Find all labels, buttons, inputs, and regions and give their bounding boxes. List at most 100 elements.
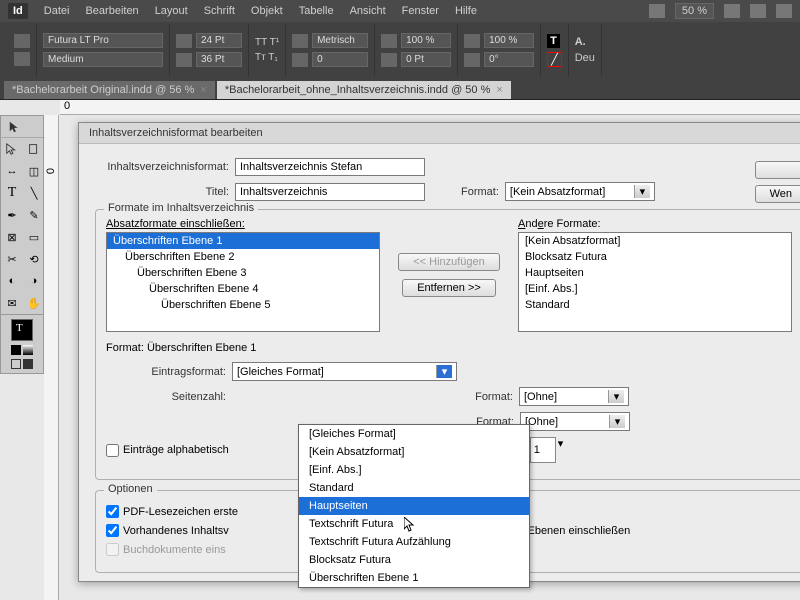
font-size-input[interactable]: [196, 33, 242, 48]
direct-selection-tool[interactable]: [1, 138, 23, 160]
font-weight-input[interactable]: [43, 52, 163, 67]
list-item[interactable]: [Einf. Abs.]: [519, 281, 791, 297]
pdf-bookmarks-checkbox[interactable]: [106, 505, 119, 518]
screen-mode-icon[interactable]: [750, 4, 766, 18]
zoom-level[interactable]: 50 %: [675, 3, 714, 19]
gradient-swatch-tool[interactable]: ◐: [1, 270, 23, 292]
remove-button[interactable]: Entfernen >>: [402, 279, 496, 297]
list-item[interactable]: Überschriften Ebene 5: [107, 297, 379, 313]
hand-tool[interactable]: ✋: [23, 292, 45, 314]
list-item[interactable]: Hauptseiten: [519, 265, 791, 281]
view-options-icon[interactable]: [724, 4, 740, 18]
apply-gradient-icon[interactable]: [23, 345, 33, 355]
menu-fenster[interactable]: Fenster: [402, 5, 439, 17]
list-item[interactable]: Standard: [519, 297, 791, 313]
leading-input[interactable]: [196, 52, 242, 67]
character-icon[interactable]: [14, 34, 30, 48]
replace-existing-checkbox[interactable]: [106, 524, 119, 537]
list-item[interactable]: Überschriften Ebene 2: [107, 249, 379, 265]
menubar: Id Datei Bearbeiten Layout Schrift Objek…: [0, 0, 800, 22]
entry-format-dropdown[interactable]: [Gleiches Format] [Kein Absatzformat] [E…: [298, 424, 530, 588]
bridge-icon[interactable]: [649, 4, 665, 18]
menu-ansicht[interactable]: Ansicht: [350, 5, 386, 17]
close-icon[interactable]: ×: [200, 84, 206, 96]
stroke-swatch[interactable]: ╱: [547, 52, 562, 67]
language-label[interactable]: Deu: [575, 52, 595, 64]
selection-tool[interactable]: [1, 116, 45, 138]
dropdown-option[interactable]: [Einf. Abs.]: [299, 461, 529, 479]
free-transform-tool[interactable]: ⟲: [23, 248, 45, 270]
pencil-tool[interactable]: ✎: [23, 204, 45, 226]
list-item[interactable]: [Kein Absatzformat]: [519, 233, 791, 249]
format-select-1[interactable]: [Ohne]▾: [519, 387, 629, 406]
dropdown-option[interactable]: [Kein Absatzformat]: [299, 443, 529, 461]
menu-datei[interactable]: Datei: [44, 5, 70, 17]
menu-hilfe[interactable]: Hilfe: [455, 5, 477, 17]
dropdown-option[interactable]: Blocksatz Futura: [299, 551, 529, 569]
type-tool[interactable]: T: [1, 182, 23, 204]
entry-format-select[interactable]: [Gleiches Format]▾: [232, 362, 457, 381]
tab-ohne-inhaltsverzeichnis[interactable]: *Bachelorarbeit_ohne_Inhaltsverzeichnis.…: [217, 81, 511, 99]
list-item[interactable]: Überschriften Ebene 3: [107, 265, 379, 281]
hscale-input[interactable]: [484, 33, 534, 48]
tools-panel: ↔ ◫ T ╲ ✒ ✎ ⊠ ▭ ✂ ⟲ ◐ ◑ ✉ ✋ T: [0, 115, 44, 374]
list-item[interactable]: Überschriften Ebene 4: [107, 281, 379, 297]
style-header: Format: Überschriften Ebene 1: [106, 342, 792, 354]
title-input[interactable]: [235, 183, 425, 201]
ok-button[interactable]: [755, 161, 800, 179]
format-select-2[interactable]: [Ohne]▾: [520, 412, 630, 431]
gradient-feather-tool[interactable]: ◑: [23, 270, 45, 292]
menu-layout[interactable]: Layout: [155, 5, 188, 17]
tab-original[interactable]: *Bachelorarbeit Original.indd @ 56 %×: [4, 81, 215, 99]
content-collector-tool[interactable]: ◫: [23, 160, 45, 182]
menu-tabelle[interactable]: Tabelle: [299, 5, 334, 17]
ruler-horizontal: 0: [60, 100, 800, 115]
included-formats-listbox[interactable]: Überschriften Ebene 1 Überschriften Eben…: [106, 232, 380, 332]
dropdown-option[interactable]: [Gleiches Format]: [299, 425, 529, 443]
dialog-title: Inhaltsverzeichnisformat bearbeiten: [79, 123, 800, 144]
close-icon[interactable]: ×: [496, 84, 502, 96]
paragraph-icon[interactable]: [14, 52, 30, 66]
normal-view-icon[interactable]: [11, 359, 21, 369]
more-options-button[interactable]: Wen: [755, 185, 800, 203]
vscale-input[interactable]: [401, 33, 451, 48]
rectangle-tool[interactable]: ▭: [23, 226, 45, 248]
skew-input[interactable]: [484, 52, 534, 67]
arrange-icon[interactable]: [776, 4, 792, 18]
baseline-input[interactable]: [401, 52, 451, 67]
apply-color-icon[interactable]: [11, 345, 21, 355]
dropdown-option[interactable]: Textschrift Futura Aufzählung: [299, 533, 529, 551]
menu-schrift[interactable]: Schrift: [204, 5, 235, 17]
vscale-icon: [381, 34, 397, 48]
title-label: Titel:: [95, 186, 229, 198]
dropdown-option[interactable]: Standard: [299, 479, 529, 497]
note-tool[interactable]: ✉: [1, 292, 23, 314]
page-tool[interactable]: [23, 138, 45, 160]
menu-objekt[interactable]: Objekt: [251, 5, 283, 17]
fieldset-legend: Formate im Inhaltsverzeichnis: [104, 202, 258, 214]
fill-stroke-swatch[interactable]: T: [11, 319, 33, 341]
list-item[interactable]: Blocksatz Futura: [519, 249, 791, 265]
font-family-input[interactable]: [43, 33, 163, 48]
kerning-input[interactable]: [312, 33, 368, 48]
para-format-select[interactable]: [Kein Absatzformat]▾: [505, 182, 655, 201]
other-formats-listbox[interactable]: [Kein Absatzformat] Blocksatz Futura Hau…: [518, 232, 792, 332]
scissors-tool[interactable]: ✂: [1, 248, 23, 270]
preview-view-icon[interactable]: [23, 359, 33, 369]
format-right-label-1: Format:: [463, 391, 513, 403]
tab-label: *Bachelorarbeit_ohne_Inhaltsverzeichnis.…: [225, 84, 491, 96]
rectangle-frame-tool[interactable]: ⊠: [1, 226, 23, 248]
dropdown-option[interactable]: Hauptseiten: [299, 497, 529, 515]
add-button[interactable]: << Hinzufügen: [398, 253, 500, 271]
list-item[interactable]: Überschriften Ebene 1: [107, 233, 379, 249]
toc-format-input[interactable]: [235, 158, 425, 176]
gap-tool[interactable]: ↔: [1, 160, 23, 182]
menu-bearbeiten[interactable]: Bearbeiten: [85, 5, 138, 17]
tracking-input[interactable]: [312, 52, 368, 67]
level-input[interactable]: [530, 437, 556, 463]
dropdown-option[interactable]: Überschriften Ebene 1: [299, 569, 529, 587]
line-tool[interactable]: ╲: [23, 182, 45, 204]
alpha-sort-checkbox[interactable]: [106, 444, 119, 457]
fill-swatch[interactable]: T: [547, 34, 560, 48]
pen-tool[interactable]: ✒: [1, 204, 23, 226]
